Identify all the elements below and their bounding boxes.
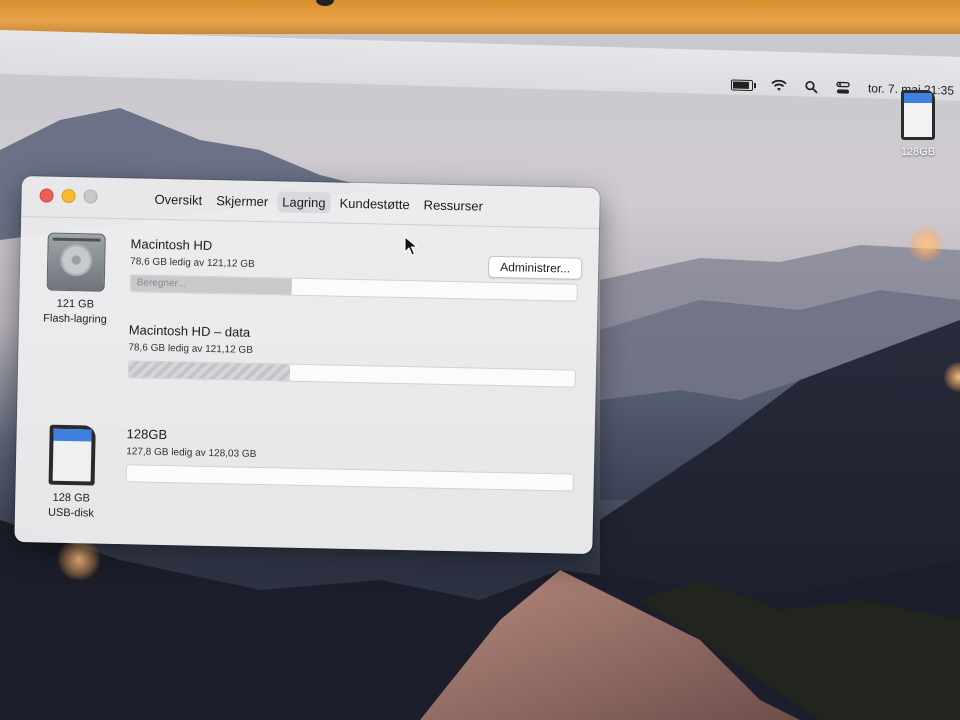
- spotlight-search-icon[interactable]: [805, 80, 818, 93]
- external-disk-icon-block: 128 GB USB-disk: [35, 424, 109, 521]
- volume-free-space: 127,8 GB ledig av 128,03 GB: [126, 446, 257, 460]
- external-disk-caption: 128 GB USB-disk: [35, 490, 108, 522]
- volume-name: Macintosh HD – data: [128, 322, 251, 340]
- manage-button[interactable]: Administrer...: [487, 255, 583, 280]
- window-tabs: Oversikt Skjermer Lagring Kundestøtte Re…: [149, 189, 488, 217]
- sd-card-icon: [901, 90, 935, 140]
- internal-disk-icon-block: 121 GB Flash-lagring: [39, 232, 113, 327]
- external-disk-section: 128 GB USB-disk 128GB 127,8 GB ledig av …: [17, 416, 595, 520]
- internal-disk-capacity: 121 GB: [56, 297, 95, 311]
- window-controls: [39, 188, 98, 204]
- zoom-button[interactable]: [83, 189, 98, 204]
- battery-icon[interactable]: [730, 78, 753, 91]
- volume-usage-fill: [128, 361, 290, 381]
- volume-free-space: 78,6 GB ledig av 121,12 GB: [130, 256, 255, 270]
- tab-oversikt[interactable]: Oversikt: [149, 189, 207, 211]
- tab-skjermer[interactable]: Skjermer: [211, 190, 273, 212]
- volume-usage-bar[interactable]: [127, 360, 577, 388]
- external-disk-type: USB-disk: [47, 506, 94, 520]
- desktop-drive-label: 128GB: [900, 146, 936, 158]
- desktop-drive-icon[interactable]: 128GB: [892, 90, 944, 158]
- tab-lagring[interactable]: Lagring: [276, 191, 331, 214]
- tab-ressurser[interactable]: Ressurser: [418, 194, 488, 216]
- volume-name: Macintosh HD: [130, 236, 213, 253]
- sd-card-icon: [48, 424, 96, 486]
- minimize-button[interactable]: [61, 188, 76, 204]
- external-disk-capacity: 128 GB: [52, 491, 91, 505]
- camera-icon: [316, 0, 334, 6]
- internal-disk-type: Flash-lagring: [43, 312, 107, 326]
- close-button[interactable]: [39, 188, 54, 203]
- about-this-mac-window: Oversikt Skjermer Lagring Kundestøtte Re…: [14, 176, 600, 555]
- mouse-pointer-icon: [404, 235, 419, 261]
- volume-name: 128GB: [126, 426, 168, 443]
- volume-usage-bar[interactable]: Beregner...: [129, 274, 578, 302]
- internal-disk-caption: 121 GB Flash-lagring: [39, 296, 112, 328]
- wifi-icon[interactable]: [771, 79, 787, 92]
- tab-kundestotte[interactable]: Kundestøtte: [334, 193, 415, 216]
- volume-bar-label: Beregner...: [136, 277, 186, 290]
- laptop-bezel: [0, 0, 960, 34]
- volume-free-space: 78,6 GB ledig av 121,12 GB: [128, 342, 254, 356]
- volume-usage-bar[interactable]: [125, 464, 574, 492]
- hard-drive-icon: [46, 232, 106, 292]
- control-center-icon[interactable]: [836, 81, 850, 94]
